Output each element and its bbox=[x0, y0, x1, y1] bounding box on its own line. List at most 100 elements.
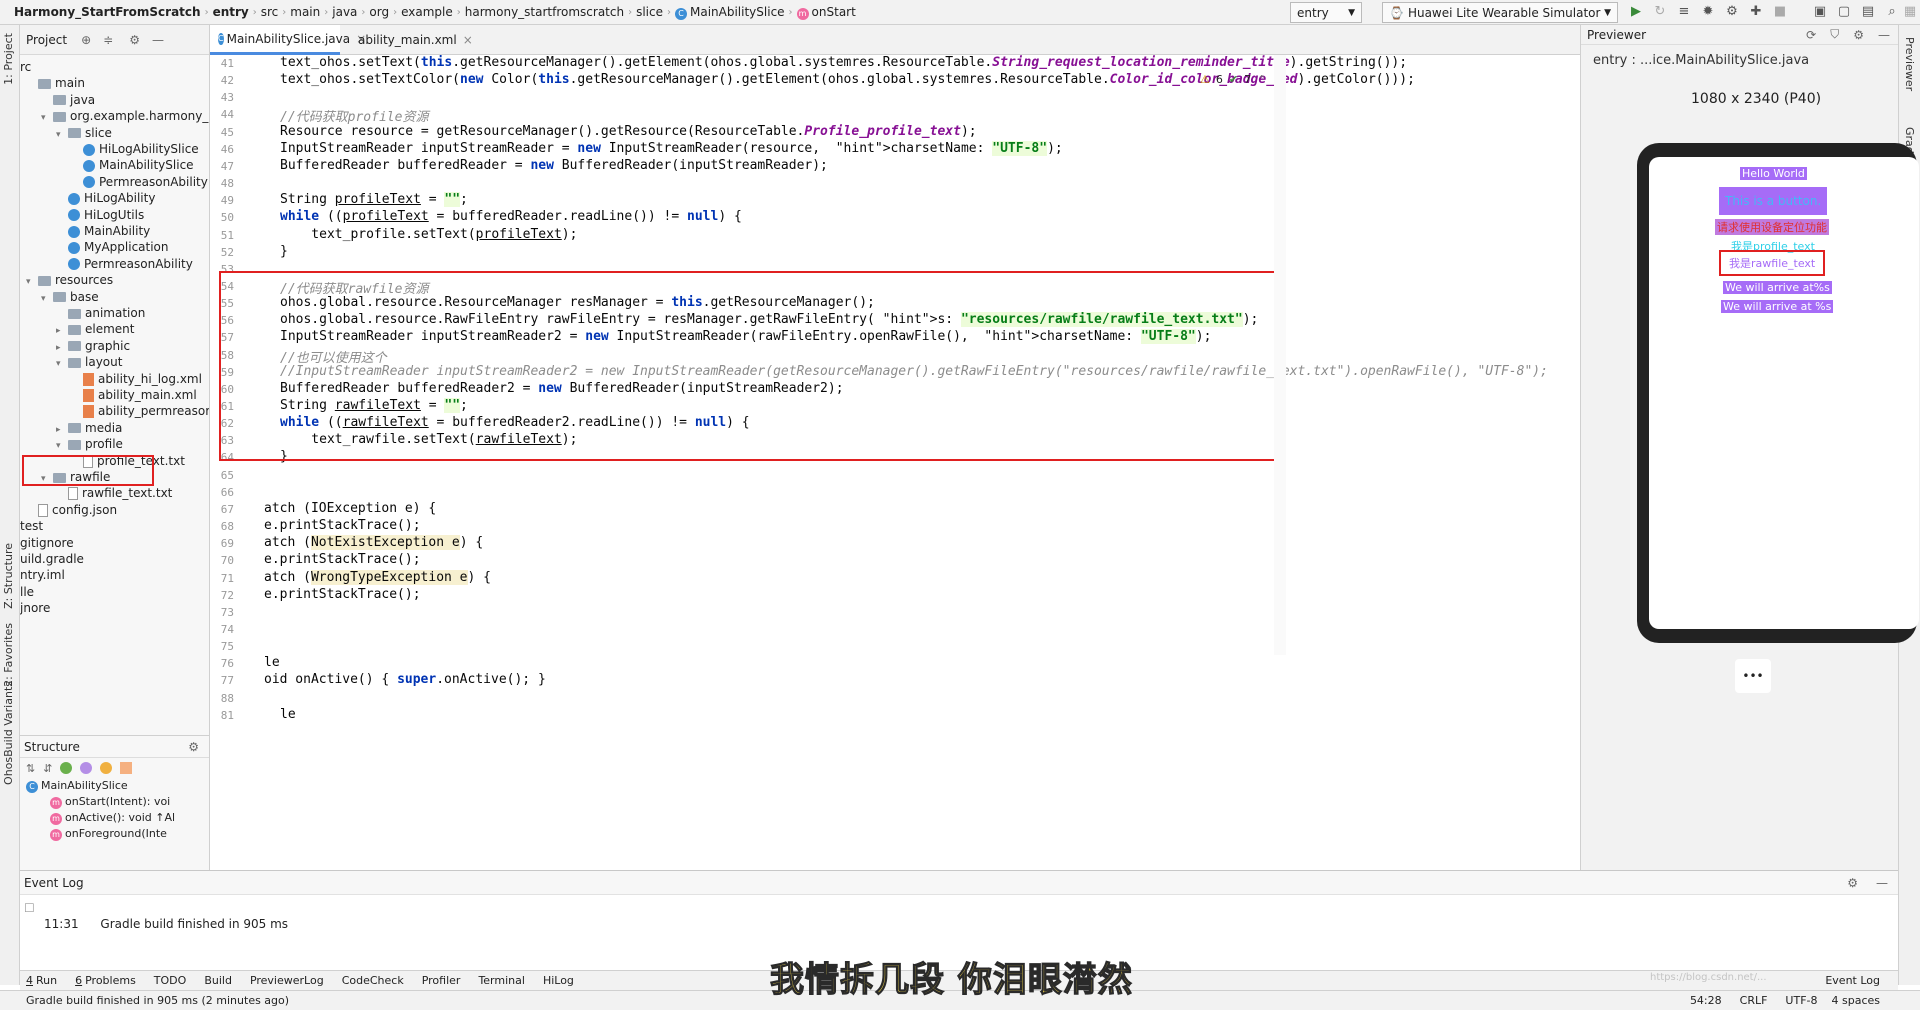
inherited-icon[interactable] bbox=[100, 762, 113, 774]
code-line[interactable]: Resource resource = getResourceManager()… bbox=[280, 124, 977, 139]
tab-project[interactable]: 1: Project bbox=[2, 33, 15, 85]
chevron-down-icon[interactable]: ▾ bbox=[41, 289, 53, 309]
code-line[interactable]: atch (IOException e) { bbox=[264, 501, 436, 516]
bottom-tab-terminal[interactable]: Terminal bbox=[478, 974, 525, 987]
fields-icon[interactable] bbox=[60, 762, 73, 774]
profile-icon[interactable]: ✚ bbox=[1748, 4, 1764, 20]
run-icon[interactable]: ▶ bbox=[1628, 4, 1644, 20]
gear-icon[interactable]: ⚙ bbox=[188, 740, 199, 754]
tab-mainabilityslice[interactable]: C MainAbilitySlice.java × bbox=[210, 25, 366, 55]
file-encoding[interactable]: UTF-8 bbox=[1785, 994, 1817, 1007]
close-icon[interactable]: × bbox=[463, 33, 473, 47]
code-line[interactable]: le bbox=[280, 707, 296, 722]
chevron-down-icon[interactable]: ▾ bbox=[41, 108, 53, 128]
chevron-up-icon[interactable]: ⌃ bbox=[1257, 73, 1266, 86]
sdk-icon[interactable]: ▤ bbox=[1860, 4, 1876, 20]
inspection-widget[interactable]: ⚠6 ✔7 ⌃⌄ bbox=[1200, 73, 1282, 86]
breadcrumb-module[interactable]: entry bbox=[209, 5, 253, 19]
bottom-tab-build[interactable]: Build bbox=[204, 974, 232, 987]
refresh-icon[interactable]: ⟳ bbox=[1806, 28, 1816, 42]
breadcrumb-slice[interactable]: slice bbox=[632, 5, 667, 19]
chevron-down-icon[interactable]: ▾ bbox=[56, 436, 68, 456]
structure-item[interactable]: m onStart(Intent): voi bbox=[20, 794, 209, 810]
bottom-tab-hilog[interactable]: HiLog bbox=[543, 974, 574, 987]
stop-icon[interactable]: ■ bbox=[1772, 4, 1788, 20]
chevron-down-icon[interactable]: ▾ bbox=[56, 354, 68, 374]
sort-alpha-icon[interactable]: ⇵ bbox=[43, 762, 52, 775]
code-line[interactable]: atch (NotExistException e) { bbox=[264, 535, 483, 551]
bottom-tab-codecheck[interactable]: CodeCheck bbox=[342, 974, 404, 987]
structure-item[interactable]: m onForeground(Inte bbox=[20, 826, 209, 842]
code-line[interactable]: atch (WrongTypeException e) { bbox=[264, 569, 491, 585]
bottom-tab-todo[interactable]: TODO bbox=[154, 974, 187, 987]
target-icon[interactable]: ⊕ bbox=[81, 33, 91, 47]
device-manager-icon[interactable]: ▢ bbox=[1836, 4, 1852, 20]
indent-setting[interactable]: 4 spaces bbox=[1832, 994, 1881, 1007]
line-separator[interactable]: CRLF bbox=[1740, 994, 1768, 1007]
code-line[interactable]: e.printStackTrace(); bbox=[264, 518, 421, 533]
tab-previewer[interactable]: Previewer bbox=[1903, 37, 1916, 91]
gear-icon[interactable]: ⚙ bbox=[129, 33, 140, 47]
tab-ability-main-xml[interactable]: ability_main.xml × bbox=[346, 25, 473, 55]
search-icon[interactable]: ⌕ bbox=[1884, 4, 1900, 20]
properties-icon[interactable] bbox=[80, 762, 93, 774]
gear-icon[interactable]: ⚙ bbox=[1847, 876, 1858, 890]
chevron-down-icon[interactable]: ▾ bbox=[56, 125, 68, 145]
breadcrumb-package[interactable]: harmony_startfromscratch bbox=[461, 5, 628, 19]
bottom-tab-profiler[interactable]: Profiler bbox=[422, 974, 461, 987]
hide-icon[interactable]: — bbox=[1876, 876, 1888, 890]
preview-button[interactable]: This is a button. bbox=[1719, 187, 1828, 215]
breadcrumb-example[interactable]: example bbox=[397, 5, 457, 19]
code-line[interactable]: text_ohos.setText(this.getResourceManage… bbox=[280, 55, 1407, 70]
breadcrumb-src[interactable]: src bbox=[257, 5, 283, 19]
gear-icon[interactable]: ⚙ bbox=[1853, 28, 1864, 42]
bottom-tab-run[interactable]: 4 Run bbox=[26, 974, 57, 987]
editor-scrollbar[interactable] bbox=[1274, 55, 1286, 655]
code-line[interactable]: e.printStackTrace(); bbox=[264, 587, 421, 602]
settings-icon[interactable]: ▦ bbox=[1902, 4, 1918, 20]
folder-icon[interactable]: ▣ bbox=[1812, 4, 1828, 20]
debug-icon[interactable]: ✹ bbox=[1700, 4, 1716, 20]
structure-item[interactable]: m onActive(): void ↑Al bbox=[20, 810, 209, 826]
chevron-down-icon[interactable]: ▾ bbox=[26, 272, 38, 292]
code-line[interactable]: text_profile.setText(profileText); bbox=[280, 227, 577, 242]
code-line[interactable]: le bbox=[264, 655, 280, 670]
code-area[interactable]: text_ohos.setText(this.getResourceManage… bbox=[264, 55, 1570, 870]
cursor-position[interactable]: 54:28 bbox=[1690, 994, 1722, 1007]
clear-log-icon[interactable]: ☐ bbox=[24, 901, 35, 915]
code-line[interactable]: String profileText = ""; bbox=[280, 192, 468, 208]
tab-favorites[interactable]: 2: Favorites bbox=[2, 623, 15, 687]
bottom-tab-problems[interactable]: 6 Problems bbox=[75, 974, 136, 987]
code-line[interactable]: InputStreamReader inputStreamReader = ne… bbox=[280, 140, 1063, 156]
code-line[interactable]: while ((profileText = bufferedReader.rea… bbox=[280, 209, 742, 224]
project-pane-title[interactable]: Project bbox=[26, 33, 67, 47]
breadcrumb-method[interactable]: m onStart bbox=[793, 5, 860, 20]
tab-ohos-build-variants[interactable]: OhosBuild Variants bbox=[2, 681, 15, 785]
tab-structure[interactable]: Z: Structure bbox=[2, 543, 15, 609]
attach-icon[interactable]: ⚙ bbox=[1724, 4, 1740, 20]
code-line[interactable]: } bbox=[280, 244, 288, 259]
hide-icon[interactable]: — bbox=[152, 33, 164, 47]
sort-icon[interactable]: ⇅ bbox=[26, 762, 35, 775]
tree-node[interactable]: jnore bbox=[20, 598, 50, 618]
structure-item[interactable]: C MainAbilitySlice bbox=[20, 778, 209, 794]
run-config-dropdown[interactable]: entry ▼ bbox=[1290, 2, 1362, 23]
breadcrumb-java[interactable]: java bbox=[328, 5, 361, 19]
device-dropdown[interactable]: ⌚ Huawei Lite Wearable Simulator ▼ bbox=[1382, 2, 1618, 23]
breadcrumb-main[interactable]: main bbox=[286, 5, 324, 19]
collapse-icon[interactable]: ≑ bbox=[103, 33, 113, 47]
hide-icon[interactable]: — bbox=[1878, 28, 1890, 42]
code-line[interactable]: e.printStackTrace(); bbox=[264, 552, 421, 567]
lock-icon[interactable] bbox=[120, 762, 133, 774]
breadcrumb-class[interactable]: C MainAbilitySlice bbox=[671, 5, 789, 20]
rerun-icon[interactable]: ↻ bbox=[1652, 4, 1668, 20]
code-line[interactable]: BufferedReader bufferedReader = new Buff… bbox=[280, 158, 828, 173]
list-icon[interactable]: ≡ bbox=[1676, 4, 1692, 20]
code-line[interactable]: //代码获取profile资源 bbox=[280, 106, 428, 125]
event-log-tab[interactable]: Event Log bbox=[1825, 974, 1880, 987]
filter-icon[interactable]: ⛉ bbox=[1830, 27, 1839, 42]
bottom-tab-previewerlog[interactable]: PreviewerLog bbox=[250, 974, 324, 987]
code-line[interactable]: oid onActive() { super.onActive(); } bbox=[264, 672, 546, 687]
breadcrumb-project[interactable]: Harmony_StartFromScratch bbox=[10, 5, 205, 19]
breadcrumb-org[interactable]: org bbox=[365, 5, 393, 19]
